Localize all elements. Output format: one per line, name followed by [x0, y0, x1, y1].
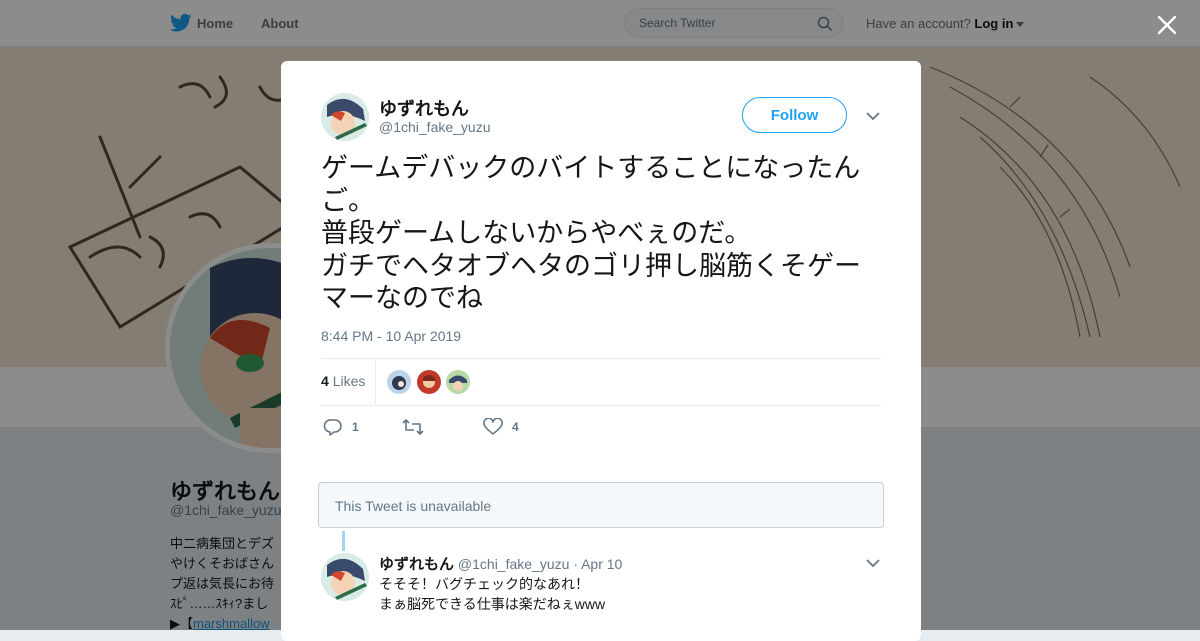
divider — [321, 358, 881, 359]
liker-avatar[interactable] — [387, 370, 411, 394]
reply-action[interactable]: 1 — [323, 418, 373, 436]
reply-author-avatar-illustration — [321, 553, 369, 601]
retweet-action[interactable] — [402, 418, 452, 436]
close-icon[interactable] — [1156, 14, 1178, 36]
liker-avatar[interactable] — [446, 370, 470, 394]
tweet-author-handle[interactable]: @1chi_fake_yuzu — [379, 119, 491, 135]
reply-count: 1 — [352, 420, 359, 434]
tweet-text: ゲームデバックのバイトすることになったんご。 普段ゲームしないからやべぇのだ。 … — [321, 153, 861, 314]
tweet-author-name[interactable]: ゆずれもん — [379, 95, 469, 121]
liker-avatar-image — [417, 370, 441, 394]
reply-author-avatar[interactable] — [321, 553, 369, 601]
reply-text: そそそ！バグチェック的なあれ！ まぁ脳死できる仕事は楽だねぇwww — [379, 576, 606, 612]
likes-label: Likes — [332, 373, 366, 389]
author-avatar-illustration — [321, 93, 369, 141]
author-avatar[interactable] — [321, 93, 369, 141]
reply-author-name[interactable]: ゆずれもん — [379, 556, 454, 573]
reply-header: ゆずれもん @1chi_fake_yuzu · Apr 10 — [379, 553, 622, 574]
tweet-unavailable-notice: This Tweet is unavailable — [318, 482, 884, 528]
retweet-icon[interactable] — [402, 418, 424, 436]
reply-date[interactable]: · Apr 10 — [573, 556, 622, 572]
liker-avatar-image — [387, 370, 411, 394]
divider — [375, 359, 376, 405]
likes-stat[interactable]: 4 Likes — [321, 373, 365, 389]
reply-author-handle[interactable]: @1chi_fake_yuzu — [458, 556, 570, 572]
chevron-down-icon[interactable] — [866, 559, 880, 567]
tweet-modal: ゆずれもん @1chi_fake_yuzu Follow ゲームデバックのバイト… — [281, 61, 921, 641]
like-count: 4 — [512, 420, 519, 434]
reply-icon[interactable] — [323, 418, 343, 436]
liker-avatar[interactable] — [417, 370, 441, 394]
divider — [321, 405, 881, 406]
like-action[interactable]: 4 — [483, 418, 533, 436]
liker-avatar-image — [446, 370, 470, 394]
heart-icon[interactable] — [483, 418, 503, 436]
tweet-timestamp[interactable]: 8:44 PM - 10 Apr 2019 — [321, 328, 461, 344]
follow-button[interactable]: Follow — [742, 97, 847, 133]
likes-count: 4 — [321, 373, 329, 389]
chevron-down-icon[interactable] — [866, 112, 880, 120]
thread-connector — [342, 531, 345, 551]
